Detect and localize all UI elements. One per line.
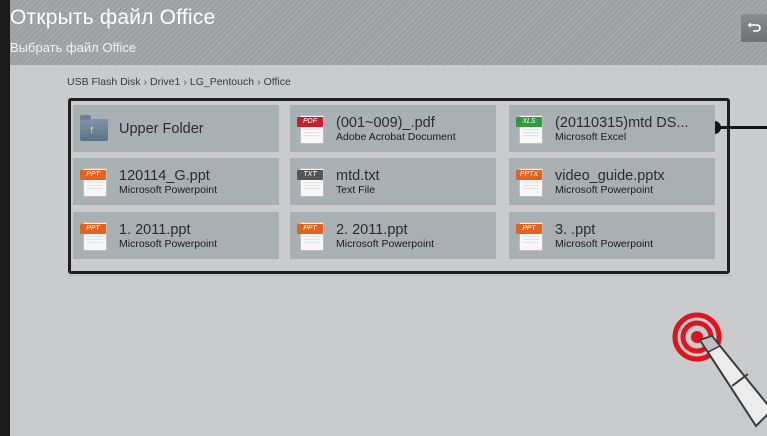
file-tag: PPTX — [516, 169, 542, 180]
breadcrumb-item[interactable]: LG_Pentouch — [190, 76, 254, 88]
callout-line — [718, 126, 767, 129]
office-file-browser-screen: Открыть файл Office Выбрать файл Office … — [10, 0, 767, 436]
file-tile[interactable]: TXT mtd.txt Text File — [290, 158, 496, 205]
breadcrumb-item[interactable]: USB Flash Disk — [67, 76, 141, 88]
file-tag: PPT — [80, 169, 106, 180]
file-name: (001~009)_.pdf — [336, 114, 435, 131]
file-name: 3. .ppt — [555, 221, 596, 238]
file-type: Microsoft Powerpoint — [119, 183, 218, 196]
ppt-file-icon: PPT — [516, 221, 544, 251]
file-type: Microsoft Powerpoint — [555, 237, 654, 250]
file-name: 120114_G.ppt — [119, 167, 210, 184]
page-title: Открыть файл Office — [10, 6, 216, 29]
file-tile[interactable]: XLS (20110315)mtd DS... Microsoft Excel — [509, 105, 715, 152]
file-tag: TXT — [297, 169, 323, 180]
chevron-right-icon: › — [183, 76, 187, 88]
file-tag: PPT — [297, 223, 323, 234]
file-name: 1. 2011.ppt — [119, 221, 191, 238]
file-tile[interactable]: PPT 120114_G.ppt Microsoft Powerpoint — [73, 158, 279, 205]
file-tile[interactable]: PPT 3. .ppt Microsoft Powerpoint — [509, 212, 715, 259]
return-arrow-icon — [747, 22, 761, 32]
back-button[interactable] — [741, 14, 767, 42]
file-name: Upper Folder — [119, 120, 204, 137]
chevron-right-icon: › — [257, 76, 261, 88]
ppt-file-icon: PPT — [80, 221, 108, 251]
divider — [68, 275, 732, 276]
breadcrumb: USB Flash Disk › Drive1 › LG_Pentouch › Office — [67, 76, 291, 88]
breadcrumb-item[interactable]: Drive1 — [150, 76, 180, 88]
file-type: Adobe Acrobat Document — [336, 130, 456, 143]
file-name: 2. 2011.ppt — [336, 221, 408, 238]
file-tile-upper-folder[interactable]: ↑ Upper Folder — [73, 105, 279, 152]
pdf-file-icon: PDF — [297, 114, 325, 144]
file-tag: PPT — [80, 223, 106, 234]
breadcrumb-item[interactable]: Office — [264, 76, 291, 88]
pptx-file-icon: PPTX — [516, 167, 544, 197]
file-type: Microsoft Powerpoint — [336, 237, 435, 250]
chevron-right-icon: › — [143, 76, 148, 88]
xls-file-icon: XLS — [516, 114, 544, 144]
file-tag: PDF — [297, 116, 323, 127]
touch-pen-icon — [672, 312, 767, 428]
file-type: Microsoft Excel — [555, 130, 627, 143]
file-tag: XLS — [516, 116, 542, 127]
txt-file-icon: TXT — [297, 167, 325, 197]
file-tile[interactable]: PPT 2. 2011.ppt Microsoft Powerpoint — [290, 212, 496, 259]
file-name: mtd.txt — [336, 167, 380, 184]
file-tile[interactable]: PPT 1. 2011.ppt Microsoft Powerpoint — [73, 212, 279, 259]
file-type: Microsoft Powerpoint — [555, 183, 654, 196]
header-bar: Открыть файл Office Выбрать файл Office — [10, 0, 767, 65]
folder-up-icon: ↑ — [80, 114, 108, 144]
file-name: video_guide.pptx — [555, 167, 665, 184]
file-type: Microsoft Powerpoint — [119, 237, 218, 250]
file-tag: PPT — [516, 223, 542, 234]
file-tile[interactable]: PDF (001~009)_.pdf Adobe Acrobat Documen… — [290, 105, 496, 152]
file-tile[interactable]: PPTX video_guide.pptx Microsoft Powerpoi… — [509, 158, 715, 205]
ppt-file-icon: PPT — [80, 167, 108, 197]
file-name: (20110315)mtd DS... — [555, 114, 689, 131]
page-subtitle: Выбрать файл Office — [10, 40, 137, 55]
ppt-file-icon: PPT — [297, 221, 325, 251]
file-type: Text File — [336, 183, 376, 196]
